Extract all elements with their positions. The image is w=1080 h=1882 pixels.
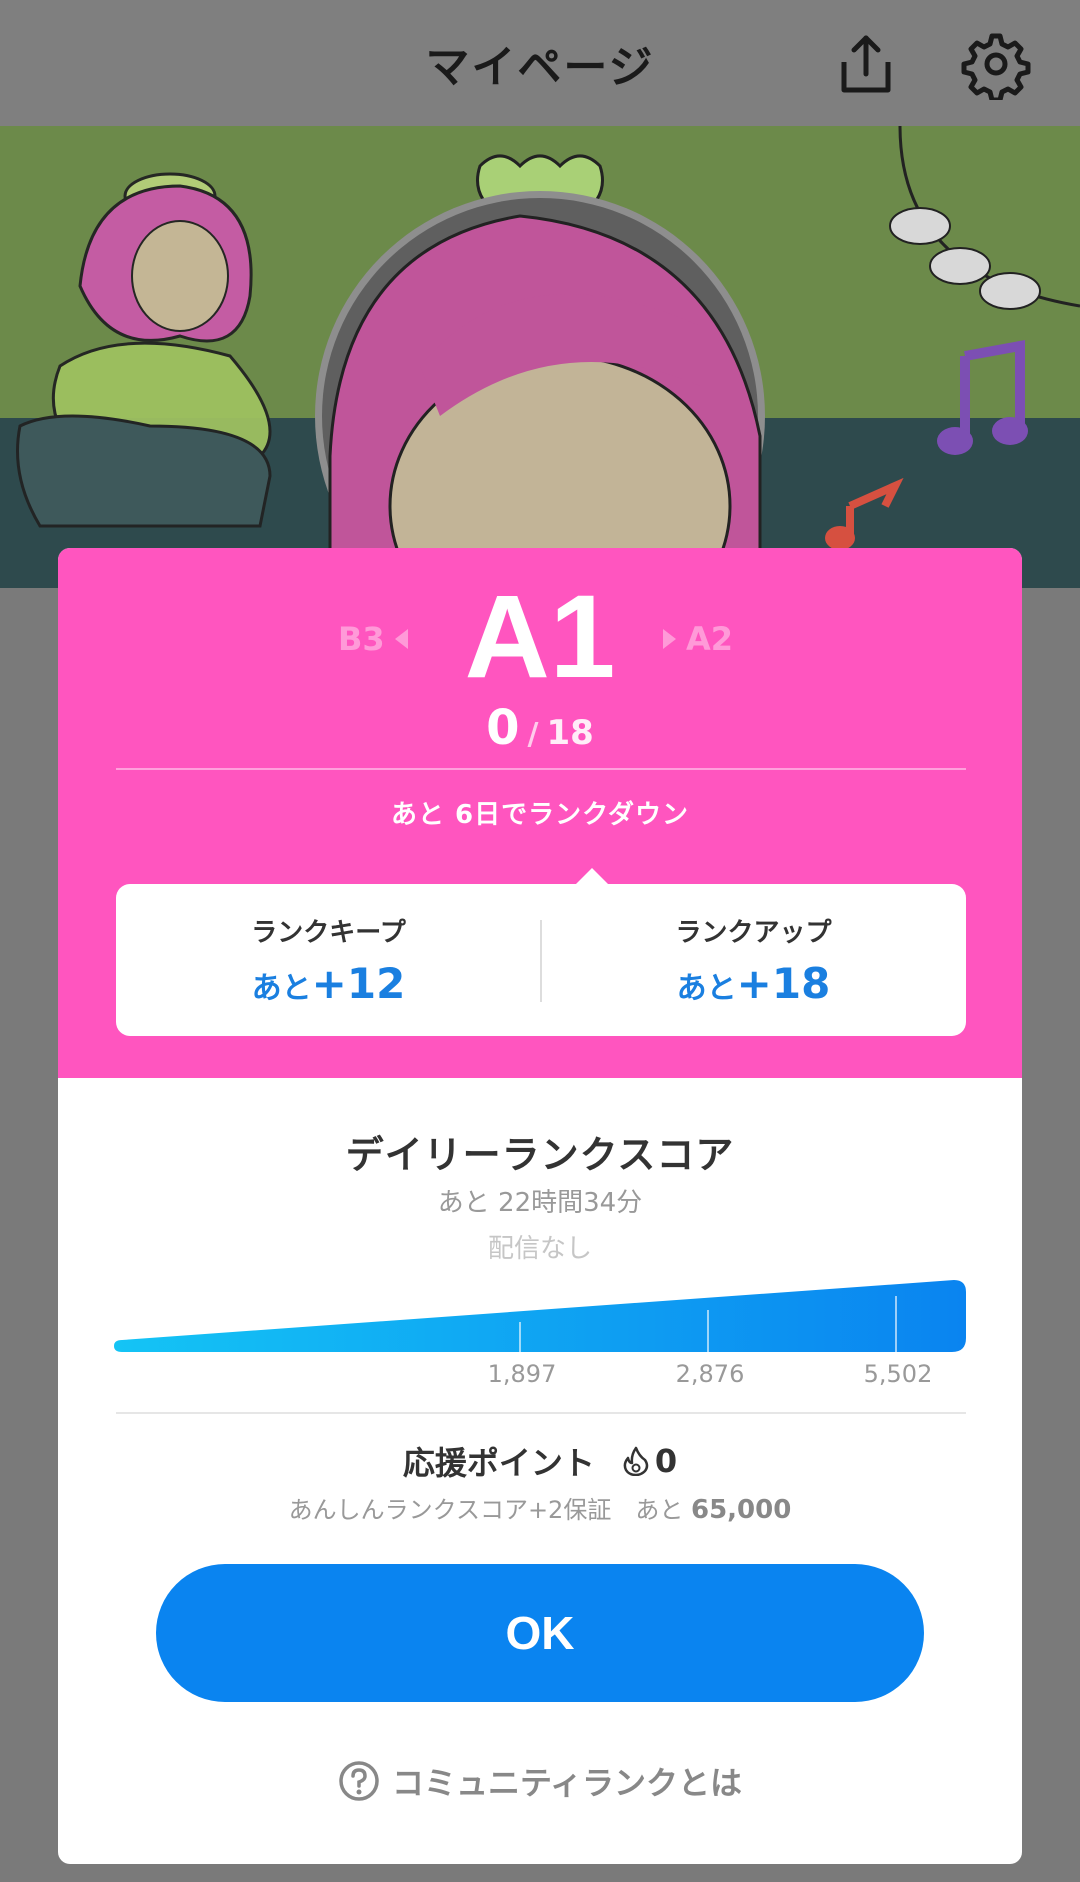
share-icon[interactable]	[830, 28, 902, 100]
progress-bar-track	[114, 1280, 966, 1352]
rank-up-stat: ランクアップ あと+18	[541, 884, 966, 1036]
divider	[116, 1412, 966, 1414]
banner-illustration	[16, 126, 1080, 588]
gear-icon[interactable]	[960, 28, 1032, 100]
rank-keep-prefix: あと	[251, 971, 312, 1006]
daily-rank-score-title: デイリーランクスコア	[345, 1133, 735, 1177]
question-circle-icon	[339, 1761, 379, 1801]
rank-up-label: ランクアップ	[675, 918, 832, 948]
flower-decoration	[889, 126, 1080, 310]
threshold-label-2: 2,876	[675, 1360, 745, 1388]
support-note-text: あんしんランクスコア+2保証 あと	[288, 1496, 684, 1524]
avatar-image	[315, 154, 765, 588]
threshold-label-1: 1,897	[487, 1360, 557, 1388]
stats-pointer	[576, 868, 608, 884]
music-note-icon-small	[825, 477, 904, 550]
stream-status: 配信なし	[487, 1234, 592, 1264]
daily-score-progress-bar	[114, 1280, 966, 1352]
profile-banner	[0, 126, 1080, 588]
app-header: マイページ	[0, 0, 1080, 126]
rank-up-number: +18	[736, 959, 831, 1008]
rank-down-notice: あと 6日でランクダウン	[390, 800, 690, 830]
rank-modal: B3 A1 A2 0/18 あと 6日でランクダウン ランクキープ あと+12 …	[58, 548, 1022, 1864]
support-note-value: 65,000	[690, 1495, 792, 1525]
support-points-value: 0	[623, 1442, 677, 1480]
support-points-note: あんしんランクスコア+2保証 あと 65,000	[58, 1490, 1022, 1525]
rank-header-panel: B3 A1 A2 0/18 あと 6日でランクダウン ランクキープ あと+12 …	[58, 548, 1022, 1078]
rank-up-prefix: あと	[676, 971, 737, 1006]
current-rank: A1	[464, 571, 616, 703]
rank-score-separator: /	[527, 717, 539, 752]
ok-button[interactable]: OK	[156, 1564, 924, 1702]
threshold-label-3: 5,502	[863, 1360, 933, 1388]
rank-keep-label: ランクキープ	[251, 918, 406, 948]
community-rank-help-label[interactable]: コミュニティランクとは	[392, 1758, 742, 1804]
music-note-icon	[937, 340, 1028, 455]
divider	[116, 768, 966, 770]
rank-score-max: 18	[546, 713, 594, 753]
flame-icon	[623, 1446, 649, 1476]
left-character-image	[16, 172, 272, 528]
rank-keep-number: +12	[311, 959, 406, 1008]
time-remaining: あと 22時間34分	[437, 1188, 643, 1218]
next-rank: A2	[663, 620, 733, 658]
support-points-number: 0	[654, 1442, 678, 1480]
rank-stats-card: ランクキープ あと+12 ランクアップ あと+18	[116, 884, 966, 1036]
rank-score: 0/18	[58, 700, 1022, 756]
rank-up-value: あと+18	[677, 959, 831, 1008]
support-points-row: 応援ポイント 0	[58, 1438, 1022, 1484]
support-points-label: 応援ポイント	[402, 1444, 595, 1482]
rank-score-current: 0	[486, 700, 520, 756]
page-title: マイページ	[425, 42, 655, 93]
next-rank-label: A2	[686, 620, 734, 658]
rank-keep-value: あと+12	[252, 959, 406, 1008]
community-rank-help-link[interactable]: コミュニティランクとは	[58, 1758, 1022, 1804]
rank-keep-stat: ランクキープ あと+12	[116, 884, 541, 1036]
arrow-right-icon	[663, 629, 676, 649]
